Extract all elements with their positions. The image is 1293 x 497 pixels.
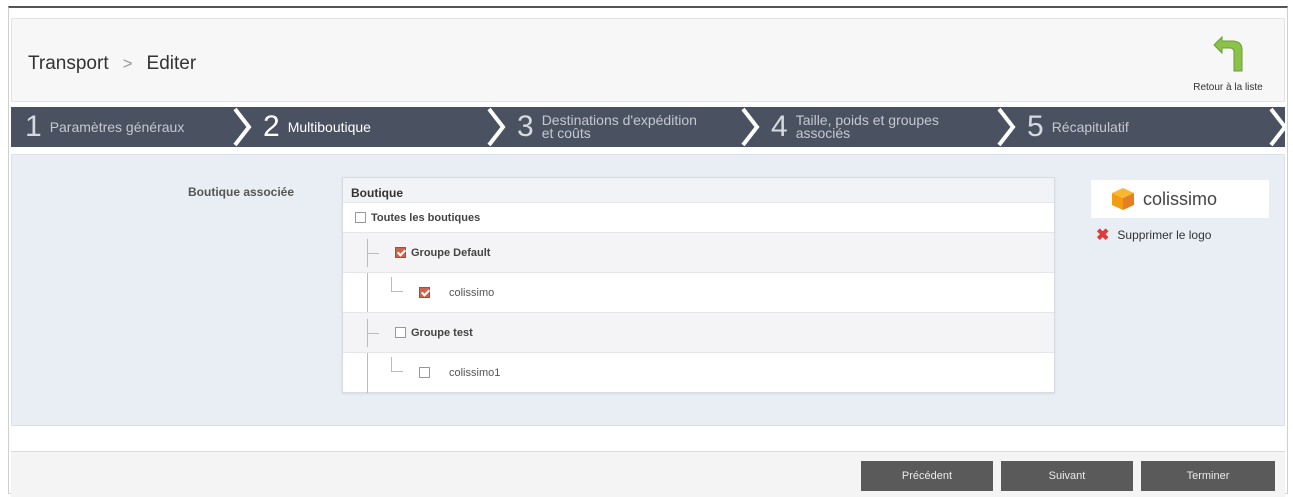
shop-colissimo-label: colissimo — [449, 286, 495, 299]
tree-row-shop-colissimo1: colissimo1 — [343, 352, 1054, 393]
step-number: 3 — [517, 110, 534, 143]
tree-line — [367, 333, 379, 334]
tree-line — [391, 277, 392, 291]
tree-line — [391, 357, 392, 371]
logo-text: colissimo — [1143, 188, 1218, 209]
step-1[interactable]: 1 Paramètres généraux — [11, 107, 252, 147]
shop-colissimo1-checkbox[interactable] — [419, 367, 430, 378]
wizard-steps: 1 Paramètres généraux 2 Multiboutique 3 … — [11, 107, 1285, 147]
tree-line — [391, 371, 403, 372]
breadcrumb-separator: > — [122, 54, 133, 73]
shop-colissimo1-label: colissimo1 — [449, 366, 501, 379]
chevron-right-icon — [1269, 107, 1285, 147]
tree-line — [391, 291, 403, 292]
back-arrow-icon — [1213, 35, 1243, 72]
back-to-list-label: Retour à la liste — [1193, 82, 1263, 93]
tree-line — [367, 273, 368, 313]
tree-row-all-shops: Toutes les boutiques — [343, 202, 1054, 232]
group-default-checkbox[interactable] — [395, 247, 406, 258]
step-5[interactable]: 5 Récapitulatif — [1013, 107, 1285, 147]
step-label: Récapitulatif — [1051, 118, 1129, 135]
step-4[interactable]: 4 Taille, poids et groupes associés — [757, 107, 1016, 147]
breadcrumb-item-transport[interactable]: Transport — [28, 53, 109, 75]
group-test-label: Groupe test — [411, 326, 473, 339]
carrier-logo: colissimo — [1091, 180, 1269, 218]
footer-bar: Précédent Suivant Terminer — [11, 451, 1285, 497]
package-icon — [1112, 188, 1134, 210]
close-icon: ✖ — [1096, 227, 1110, 244]
previous-button[interactable]: Précédent — [861, 461, 993, 491]
shop-colissimo-checkbox[interactable] — [419, 287, 430, 298]
shop-association-label: Boutique associée — [188, 185, 295, 199]
page-header: Transport > Editer Retour à la liste — [11, 18, 1285, 102]
tree-line — [367, 353, 368, 393]
content-panel: Boutique associée Boutique Toutes les bo… — [11, 154, 1285, 426]
step-number: 1 — [25, 110, 42, 143]
tree-row-group-default: Groupe Default — [343, 232, 1054, 272]
group-test-checkbox[interactable] — [395, 327, 406, 338]
group-default-label: Groupe Default — [411, 246, 491, 259]
step-number: 4 — [771, 110, 788, 143]
step-number: 2 — [263, 110, 280, 143]
step-label: Taille, poids et groupes associés — [795, 112, 939, 141]
tree-header: Boutique — [343, 178, 1054, 202]
step-3[interactable]: 3 Destinations d'expédition et coûts — [503, 107, 760, 147]
delete-logo-label: Supprimer le logo — [1117, 228, 1212, 242]
step-2[interactable]: 2 Multiboutique — [249, 107, 506, 147]
all-shops-checkbox[interactable] — [355, 212, 366, 223]
step-label: Multiboutique — [287, 118, 371, 135]
breadcrumb-item-current: Editer — [146, 53, 197, 74]
tree-row-group-test: Groupe test — [343, 312, 1054, 352]
all-shops-label: Toutes les boutiques — [371, 211, 481, 224]
page-frame: Transport > Editer Retour à la liste 1 P… — [8, 6, 1288, 497]
tree-line — [367, 253, 379, 254]
delete-logo-link[interactable]: ✖ Supprimer le logo — [1094, 225, 1211, 245]
shop-tree: Boutique Toutes les boutiques Groupe Def… — [342, 177, 1055, 393]
finish-button[interactable]: Terminer — [1141, 461, 1275, 491]
tree-row-shop-colissimo: colissimo — [343, 272, 1054, 313]
next-button[interactable]: Suivant — [1001, 461, 1133, 491]
step-number: 5 — [1027, 110, 1044, 143]
step-label: Paramètres généraux — [49, 118, 185, 135]
breadcrumb: Transport > Editer — [28, 53, 196, 75]
back-to-list-button[interactable]: Retour à la liste — [1180, 33, 1276, 95]
step-label: Destinations d'expédition et coûts — [541, 112, 697, 141]
